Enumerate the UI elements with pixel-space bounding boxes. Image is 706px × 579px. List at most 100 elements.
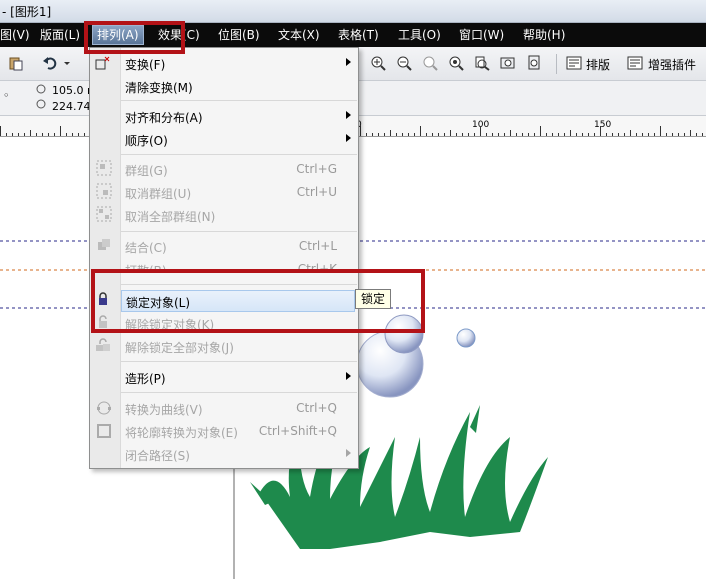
ruler-tick	[498, 133, 499, 136]
zoom-width-icon[interactable]	[500, 55, 516, 71]
ruler-tick	[84, 133, 85, 136]
menu-help[interactable]: 帮助(H)	[523, 26, 565, 44]
menu-view[interactable]: 图(V)	[0, 26, 30, 44]
ruler-tick	[60, 126, 61, 136]
ruler-tick	[702, 133, 703, 136]
ruler-tick	[546, 133, 547, 136]
menu-tools[interactable]: 工具(O)	[398, 26, 441, 44]
ruler-tick	[456, 133, 457, 136]
ruler-tick	[402, 133, 403, 136]
ruler-tick	[522, 133, 523, 136]
ruler-tick	[684, 133, 685, 136]
ruler-tick	[666, 133, 667, 136]
ruler-tick	[486, 133, 487, 136]
undo-icon[interactable]	[42, 55, 58, 71]
menu-bitmaps[interactable]: 位图(B)	[218, 26, 260, 44]
zoom-selected-icon[interactable]	[422, 55, 438, 71]
unlock-all-icon	[96, 338, 110, 351]
menu-item-transform[interactable]: 变换(F)	[121, 53, 357, 73]
ruler-tick	[594, 133, 595, 136]
menu-separator	[121, 100, 357, 101]
outline-to-object-icon	[97, 424, 111, 438]
zoom-in-icon[interactable]	[370, 55, 386, 71]
ruler-tick	[78, 133, 79, 136]
menu-window[interactable]: 窗口(W)	[459, 26, 504, 44]
ruler-tick	[66, 133, 67, 136]
menu-item-shaping[interactable]: 造形(P)	[121, 367, 357, 387]
ruler-tick	[642, 133, 643, 136]
menu-item-order[interactable]: 顺序(O)	[121, 129, 357, 149]
menu-layout[interactable]: 版面(L)	[40, 26, 80, 44]
ruler-tick	[48, 133, 49, 136]
paste-icon[interactable]	[8, 55, 24, 71]
plugin-icon[interactable]	[627, 55, 643, 71]
ruler-tick	[612, 133, 613, 136]
ruler-tick	[474, 133, 475, 136]
ruler-tick	[516, 133, 517, 136]
ruler-tick	[648, 133, 649, 136]
ruler-tick	[54, 133, 55, 136]
ruler-tick	[696, 133, 697, 136]
zoom-out-icon[interactable]	[396, 55, 412, 71]
plugin-button-label[interactable]: 增强插件	[648, 56, 696, 73]
menu-item-convert-to-curves[interactable]: 转换为曲线(V) Ctrl+Q	[121, 398, 357, 418]
layout-button-label[interactable]: 排版	[586, 56, 610, 73]
bubble-small[interactable]	[456, 328, 476, 348]
submenu-arrow-icon	[346, 134, 351, 142]
ruler-tick	[372, 133, 373, 136]
menu-item-group[interactable]: 群组(G) Ctrl+G	[121, 159, 357, 179]
ruler-tick	[660, 126, 661, 136]
layout-icon[interactable]	[566, 55, 582, 71]
menu-separator	[121, 361, 357, 362]
menu-item-clear-transform[interactable]: 清除变换(M)	[121, 76, 357, 96]
zoom-height-icon[interactable]	[526, 55, 542, 71]
menu-text[interactable]: 文本(X)	[278, 26, 320, 44]
ruler-tick	[18, 133, 19, 136]
menu-item-ungroup[interactable]: 取消群组(U) Ctrl+U	[121, 182, 357, 202]
menu-item-close-path[interactable]: 闭合路径(S)	[121, 444, 357, 464]
ruler-tick	[414, 133, 415, 136]
ruler-tick	[480, 126, 481, 136]
ruler-tick	[390, 130, 391, 136]
ruler-tick	[618, 133, 619, 136]
submenu-arrow-icon	[346, 449, 351, 457]
ruler-tick	[600, 126, 601, 136]
ruler-tick	[384, 133, 385, 136]
highlight-box-arrange-menu	[84, 21, 185, 54]
menu-separator	[121, 154, 357, 155]
undo-dropdown-icon[interactable]	[63, 55, 71, 71]
menu-item-ungroup-all[interactable]: 取消全部群组(N)	[121, 205, 357, 225]
ruler-tick	[378, 133, 379, 136]
menu-item-align-distribute[interactable]: 对齐和分布(A)	[121, 106, 357, 126]
ruler-tick	[570, 130, 571, 136]
ruler-tick	[582, 133, 583, 136]
zoom-all-icon[interactable]	[448, 55, 464, 71]
menu-separator	[121, 231, 357, 232]
ruler-label: 150	[594, 120, 612, 130]
zoom-page-icon[interactable]	[474, 55, 490, 71]
height-field[interactable]: 224.74	[52, 100, 91, 113]
ruler-tick	[24, 133, 25, 136]
menu-item-combine[interactable]: 结合(C) Ctrl+L	[121, 236, 357, 256]
ruler-tick	[432, 133, 433, 136]
combine-icon	[98, 239, 110, 250]
ruler-tick	[444, 133, 445, 136]
ruler-tick	[462, 133, 463, 136]
ruler-tick	[36, 133, 37, 136]
toolbar-divider	[556, 54, 557, 74]
menu-item-outline-to-object[interactable]: 将轮廓转换为对象(E) Ctrl+Shift+Q	[121, 421, 357, 441]
ruler-tick	[426, 133, 427, 136]
menu-table[interactable]: 表格(T)	[338, 26, 379, 44]
ruler-tick	[396, 133, 397, 136]
small-dot-icon: ◦	[3, 89, 10, 102]
height-lock-icon	[36, 99, 46, 109]
ruler-tick	[72, 133, 73, 136]
menu-item-unlock-all[interactable]: 解除锁定全部对象(J)	[121, 336, 357, 356]
ruler-tick	[468, 133, 469, 136]
ruler-tick	[504, 133, 505, 136]
group-icon	[96, 160, 112, 176]
highlight-box-lock-object	[91, 269, 425, 333]
ungroup-all-icon	[96, 206, 112, 222]
width-lock-icon	[36, 84, 46, 94]
ruler-tick	[528, 133, 529, 136]
